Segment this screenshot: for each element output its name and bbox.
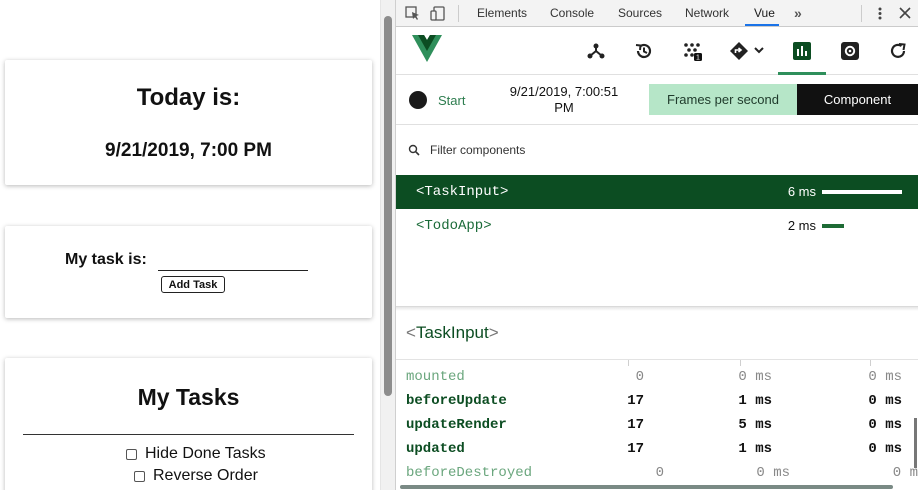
hook-row-updated: updated 17 1 ms 0 ms bbox=[396, 438, 918, 462]
hook-row-mounted: mounted 0 0 ms 0 ms bbox=[396, 366, 918, 390]
tasks-title: My Tasks bbox=[137, 384, 240, 410]
performance-header: Start 9/21/2019, 7:00:51 PM Frames per s… bbox=[396, 75, 918, 125]
tab-elements[interactable]: Elements bbox=[477, 0, 527, 26]
hook-count: 17 bbox=[627, 393, 644, 409]
filter-components-input[interactable] bbox=[428, 140, 728, 160]
hook-total-time: 0 ms bbox=[756, 465, 790, 481]
vue-logo-icon bbox=[412, 35, 442, 62]
page-scrollbar[interactable] bbox=[380, 0, 395, 490]
split-pane-divider[interactable] bbox=[396, 306, 918, 311]
hook-total-time: 5 ms bbox=[738, 417, 772, 433]
component-time-bar bbox=[822, 224, 844, 228]
selected-component-name: TaskInput bbox=[415, 323, 489, 342]
component-name: <TodoApp> bbox=[416, 218, 492, 234]
customize-menu-icon[interactable] bbox=[872, 6, 888, 21]
close-devtools-icon[interactable] bbox=[897, 6, 913, 21]
tab-component[interactable]: Component bbox=[797, 84, 918, 115]
hook-name: mounted bbox=[406, 369, 465, 385]
add-task-button[interactable]: Add Task bbox=[161, 276, 225, 293]
tasks-divider bbox=[23, 434, 354, 435]
history-icon[interactable] bbox=[634, 41, 654, 61]
hook-count: 17 bbox=[627, 417, 644, 433]
hook-name: beforeDestroyed bbox=[406, 465, 533, 481]
component-name: <TaskInput> bbox=[416, 184, 509, 200]
recording-date: 9/21/2019, 7:00:51 PM bbox=[509, 84, 619, 115]
component-time-bar bbox=[822, 190, 902, 194]
close-bracket: > bbox=[488, 323, 499, 342]
tab-network[interactable]: Network bbox=[685, 0, 729, 26]
hook-average-time: 0 ms bbox=[868, 417, 902, 433]
component-time: 2 ms bbox=[787, 218, 816, 233]
start-button[interactable]: Start bbox=[438, 93, 465, 108]
reverse-order-label: Reverse Order bbox=[153, 467, 258, 484]
today-date: 9/21/2019, 7:00 PM bbox=[105, 140, 272, 161]
hook-name: beforeUpdate bbox=[406, 393, 507, 409]
hide-done-option[interactable]: Hide Done Tasks bbox=[126, 445, 266, 463]
tab-vue[interactable]: Vue bbox=[745, 0, 779, 26]
hook-total-time: 1 ms bbox=[738, 441, 772, 457]
today-title: Today is: bbox=[136, 84, 241, 111]
task-input-card: My task is: Add Task bbox=[5, 226, 372, 318]
open-bracket: < bbox=[406, 323, 416, 342]
more-tabs-button[interactable]: » bbox=[794, 0, 802, 26]
hook-average-time: 0 ms bbox=[868, 393, 902, 409]
task-label: My task is: bbox=[65, 251, 147, 268]
reverse-order-option[interactable]: Reverse Order bbox=[134, 467, 258, 485]
hook-row-beforeupdate: beforeUpdate 17 1 ms 0 ms bbox=[396, 390, 918, 414]
hook-average-time: 0 ms bbox=[868, 369, 902, 385]
hook-average-time: 0 ms bbox=[868, 441, 902, 457]
hook-count: 17 bbox=[627, 441, 644, 457]
refresh-icon[interactable] bbox=[888, 41, 908, 61]
record-button[interactable] bbox=[409, 91, 427, 109]
component-row-todoapp[interactable]: <TodoApp> 2 ms bbox=[396, 209, 918, 243]
components-icon[interactable] bbox=[586, 41, 606, 61]
inspect-element-icon[interactable] bbox=[405, 6, 421, 21]
tab-frames-per-second[interactable]: Frames per second bbox=[649, 84, 797, 115]
selected-component-title: <TaskInput> bbox=[406, 323, 499, 343]
device-toolbar-icon[interactable] bbox=[430, 6, 446, 21]
hook-count: 0 bbox=[655, 465, 664, 481]
search-icon bbox=[408, 144, 420, 156]
tabbar-separator bbox=[861, 5, 862, 22]
hook-count: 0 bbox=[635, 369, 644, 385]
reverse-order-checkbox[interactable] bbox=[134, 470, 145, 482]
vuex-badge: 1 bbox=[696, 55, 700, 62]
hide-done-label: Hide Done Tasks bbox=[145, 445, 266, 462]
filter-bar bbox=[396, 126, 918, 174]
today-card: Today is: 9/21/2019, 7:00 PM bbox=[5, 60, 372, 185]
detail-divider bbox=[396, 359, 918, 360]
hook-row-beforedestroyed: beforeDestroyed 0 0 ms 0 m bbox=[396, 462, 918, 486]
devtools-tabbar: Elements Console Sources Network Vue » bbox=[396, 0, 918, 27]
task-input[interactable] bbox=[158, 252, 308, 271]
settings-icon[interactable] bbox=[840, 41, 860, 61]
vuex-icon[interactable]: 1 bbox=[682, 41, 702, 61]
vue-toolbar: 1 bbox=[396, 27, 918, 75]
my-tasks-card: My Tasks Hide Done Tasks Reverse Order bbox=[5, 358, 372, 490]
performance-icon[interactable] bbox=[792, 41, 812, 61]
hook-name: updateRender bbox=[406, 417, 507, 433]
routing-icon[interactable] bbox=[729, 41, 769, 61]
devtools-panel: Elements Console Sources Network Vue » 1… bbox=[396, 0, 918, 490]
detail-horizontal-scrollbar[interactable] bbox=[400, 485, 893, 489]
component-row-taskinput[interactable]: <TaskInput> 6 ms bbox=[396, 175, 918, 209]
todo-app-page: Today is: 9/21/2019, 7:00 PM My task is:… bbox=[0, 0, 380, 490]
tab-console[interactable]: Console bbox=[550, 0, 594, 26]
detail-vertical-scrollbar[interactable] bbox=[914, 418, 917, 468]
hook-name: updated bbox=[406, 441, 465, 457]
hook-total-time: 0 ms bbox=[738, 369, 772, 385]
page-scrollbar-thumb[interactable] bbox=[384, 16, 392, 396]
component-time: 6 ms bbox=[787, 184, 816, 199]
hook-average-time: 0 m bbox=[892, 465, 918, 481]
hide-done-checkbox[interactable] bbox=[126, 448, 137, 460]
tab-sources[interactable]: Sources bbox=[618, 0, 662, 26]
hook-total-time: 1 ms bbox=[738, 393, 772, 409]
hook-row-updaterender: updateRender 17 5 ms 0 ms bbox=[396, 414, 918, 438]
tabbar-separator bbox=[458, 5, 459, 22]
